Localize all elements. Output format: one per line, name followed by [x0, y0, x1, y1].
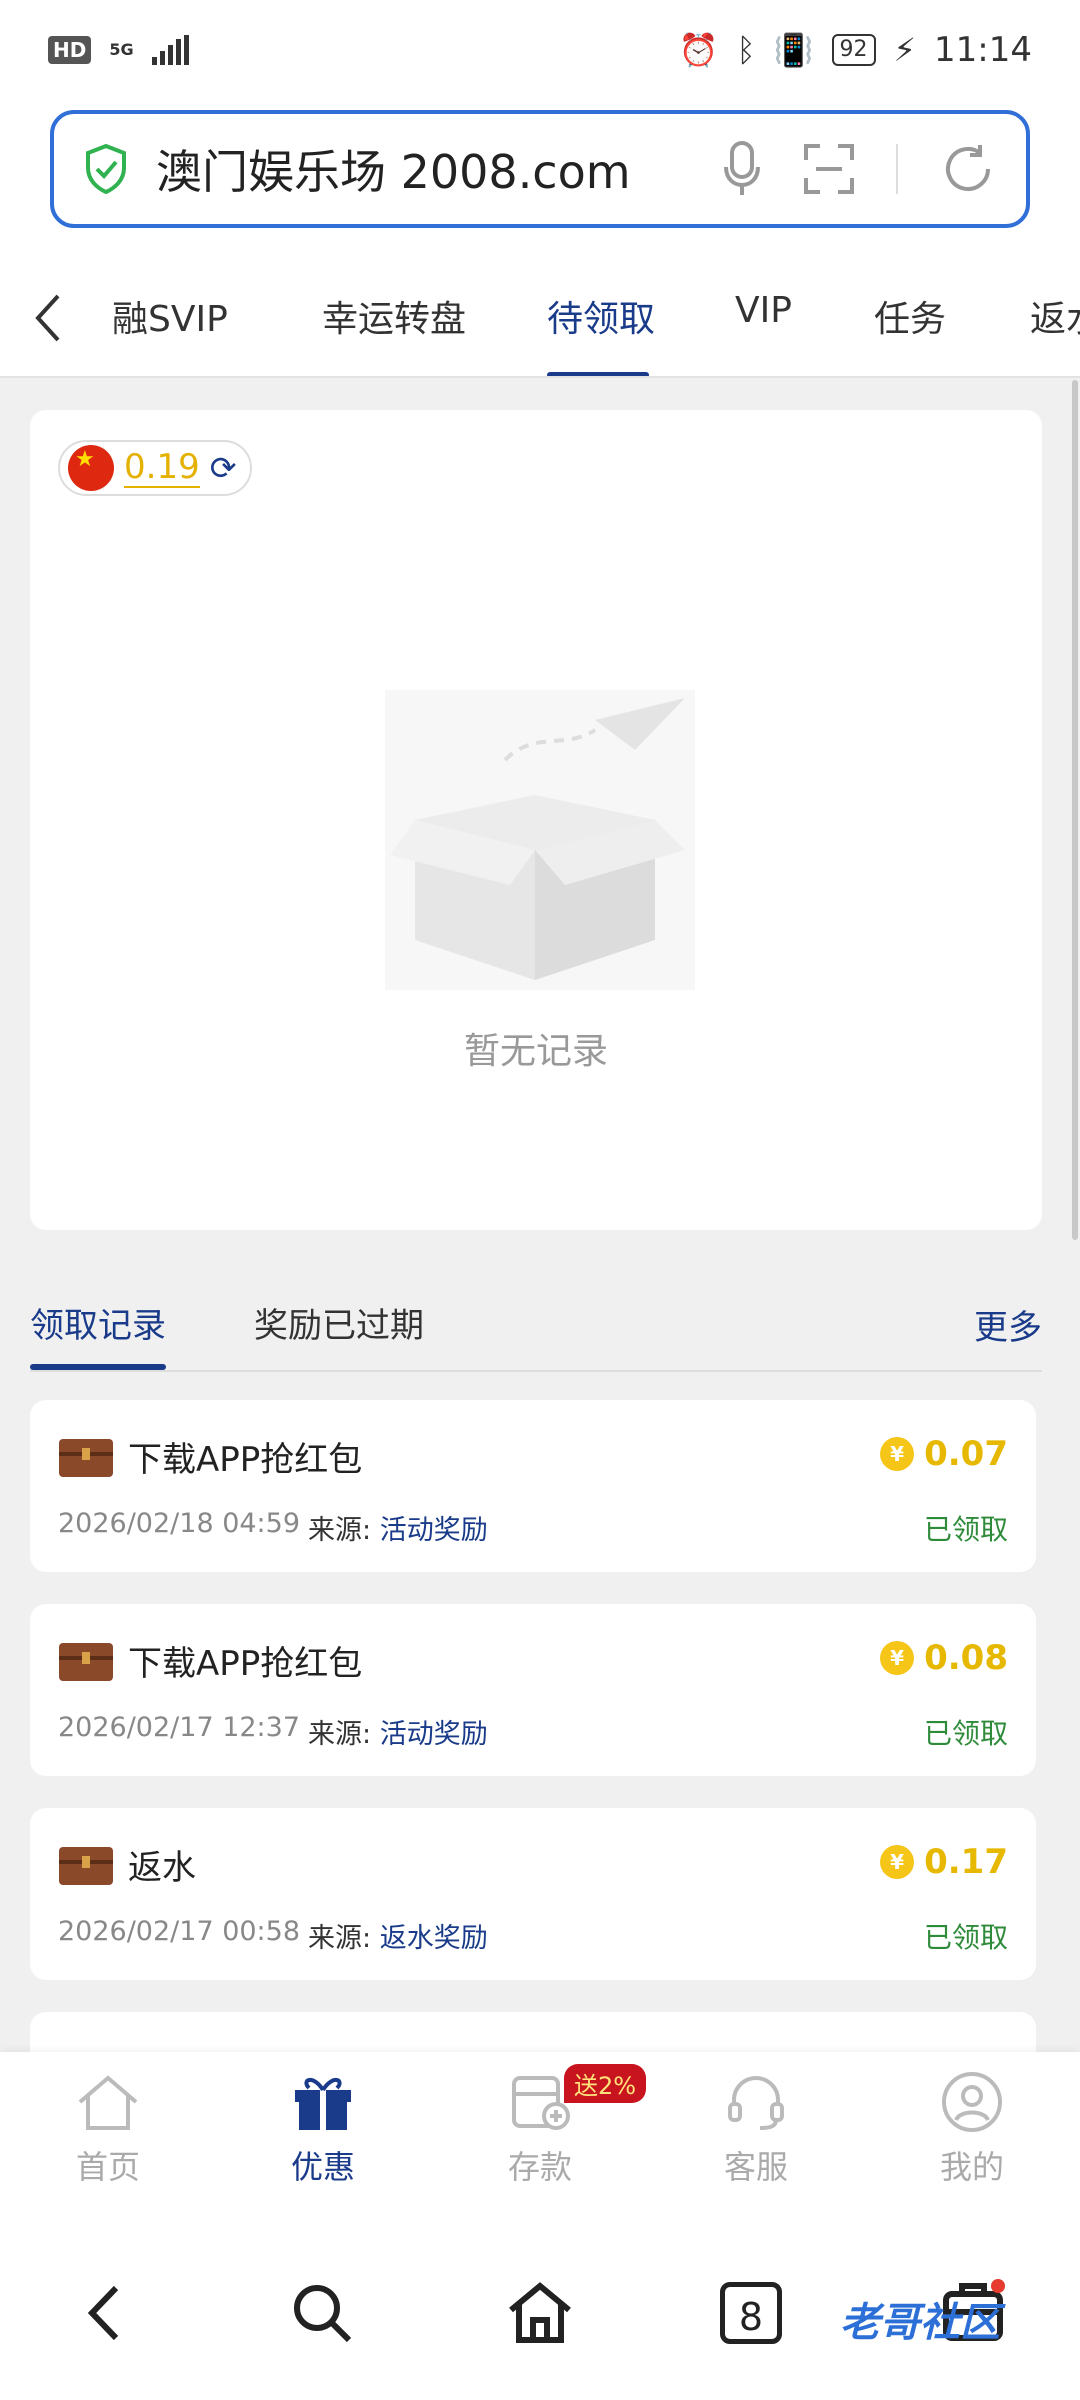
home-button-icon[interactable] [505, 2278, 575, 2348]
source-label: 来源: [308, 1923, 372, 1954]
nav-deposit-label: 存款 [507, 2148, 572, 2186]
nav-profile[interactable]: 我的 [902, 2072, 1042, 2188]
signal-icon [151, 35, 189, 65]
secure-shield-icon [86, 144, 126, 194]
status-bar: HD 5G ⏰ ᛒ 📳 92 ⚡ 11:14 [0, 0, 1080, 100]
address-bar[interactable]: 澳门娱乐场 2008.com [50, 110, 1030, 228]
record-status: 已领取 [923, 1921, 1008, 1954]
record-item[interactable]: 下载APP抢红包 ¥0.07 2026/02/18 04:59 来源: 活动奖励… [30, 1400, 1036, 1572]
pending-rewards-card: 0.19 ⟳ 暂无记录 [30, 410, 1042, 1230]
tabs-count-button[interactable]: 8 [720, 2282, 782, 2344]
tab-received-records[interactable]: 领取记录 [30, 1298, 166, 1347]
home-icon [78, 2075, 138, 2130]
amount-value: 0.17 [924, 1842, 1008, 1882]
vibrate-icon: 📳 [773, 31, 814, 69]
divider [896, 144, 898, 194]
active-section-indicator [30, 1364, 166, 1370]
record-status: 已领取 [923, 1717, 1008, 1750]
back-icon[interactable] [72, 2278, 142, 2348]
search-icon[interactable] [287, 2278, 357, 2348]
nav-support-label: 客服 [723, 2148, 788, 2186]
url-text[interactable]: 澳门娱乐场 2008.com [156, 136, 722, 202]
source-value: 活动奖励 [379, 1515, 488, 1546]
record-source: 来源: 活动奖励 [308, 1508, 488, 1547]
record-title: 下载APP抢红包 [128, 1644, 363, 1684]
record-amount: ¥0.08 [880, 1638, 1008, 1678]
record-source: 来源: 活动奖励 [308, 1712, 488, 1751]
source-value: 返水奖励 [379, 1923, 488, 1954]
source-value: 活动奖励 [379, 1719, 488, 1750]
watermark-logo: 老哥社区 [840, 2300, 1000, 2346]
chevron-left-icon[interactable] [28, 290, 68, 346]
nav-promotions[interactable]: 优惠 [253, 2072, 393, 2188]
record-item[interactable]: 下载APP抢红包 ¥0.08 2026/02/17 12:37 来源: 活动奖励… [30, 1604, 1036, 1776]
network-label: 5G [109, 40, 134, 59]
amount-value: 0.08 [924, 1638, 1008, 1678]
tab-lucky-wheel[interactable]: 幸运转盘 [322, 290, 466, 342]
active-tab-indicator [547, 372, 649, 376]
record-status: 已领取 [923, 1513, 1008, 1546]
scrollbar[interactable] [1072, 380, 1078, 1240]
address-actions [722, 141, 996, 197]
gift-icon [295, 2078, 351, 2130]
headset-icon [728, 2076, 784, 2130]
amount-value: 0.07 [924, 1434, 1008, 1474]
nav-support[interactable]: 客服 [686, 2072, 826, 2188]
battery-level: 92 [831, 34, 876, 66]
status-left: HD 5G [48, 35, 189, 65]
charging-icon: ⚡ [893, 31, 917, 69]
nav-promotions-label: 优惠 [290, 2148, 355, 2186]
user-icon [942, 2072, 1002, 2132]
record-time: 2026/02/18 04:59 [58, 1508, 301, 1539]
yuan-coin-icon: ¥ [880, 1845, 915, 1879]
deposit-icon [512, 2076, 570, 2130]
balance-value: 0.19 [124, 447, 200, 488]
nav-home-label: 首页 [75, 2148, 140, 2186]
bluetooth-icon: ᛒ [736, 31, 756, 69]
record-title: 下载APP抢红包 [128, 1440, 363, 1480]
record-time: 2026/02/17 00:58 [58, 1916, 301, 1947]
promo-tabs: 融SVIP 幸运转盘 待领取 VIP 任务 返水 [0, 260, 1080, 378]
record-title: 返水 [128, 1848, 196, 1888]
tab-pending[interactable]: 待领取 [547, 290, 655, 342]
records-tabs: 领取记录 奖励已过期 更多 [30, 1280, 1042, 1372]
tab-svip[interactable]: 融SVIP [112, 290, 228, 342]
record-source: 来源: 返水奖励 [308, 1916, 488, 1955]
deposit-promo-badge: 送2% [564, 2064, 647, 2103]
refresh-icon[interactable]: ⟳ [210, 449, 237, 487]
record-amount: ¥0.17 [880, 1842, 1008, 1882]
record-amount: ¥0.07 [880, 1434, 1008, 1474]
tab-expired-rewards[interactable]: 奖励已过期 [254, 1298, 424, 1347]
empty-box-illustration [385, 690, 695, 990]
tab-rebate[interactable]: 返水 [1030, 290, 1080, 342]
more-link[interactable]: 更多 [974, 1300, 1042, 1349]
bottom-nav: 首页 优惠 存款 送2% 客服 我的 [0, 2052, 1080, 2228]
reload-icon[interactable] [940, 141, 996, 197]
treasure-chest-icon [59, 1847, 113, 1885]
browser-toolbar: 澳门娱乐场 2008.com [0, 100, 1080, 260]
nav-home[interactable]: 首页 [38, 2072, 178, 2188]
hd-badge: HD [48, 36, 92, 64]
scan-icon[interactable] [804, 144, 854, 194]
record-item[interactable]: 返水 ¥0.17 2026/02/17 00:58 来源: 返水奖励 已领取 [30, 1808, 1036, 1980]
nav-profile-label: 我的 [939, 2148, 1004, 2186]
treasure-chest-icon [59, 1643, 113, 1681]
alarm-icon: ⏰ [678, 31, 719, 69]
yuan-coin-icon: ¥ [880, 1437, 915, 1471]
clock: 11:14 [934, 30, 1032, 70]
balance-pill[interactable]: 0.19 ⟳ [58, 440, 252, 496]
record-time: 2026/02/17 12:37 [58, 1712, 301, 1743]
microphone-icon[interactable] [722, 141, 762, 197]
tab-vip[interactable]: VIP [735, 290, 792, 331]
source-label: 来源: [308, 1719, 372, 1750]
status-right: ⏰ ᛒ 📳 92 ⚡ 11:14 [679, 30, 1032, 70]
yuan-coin-icon: ¥ [880, 1641, 915, 1675]
tab-tasks[interactable]: 任务 [874, 290, 946, 342]
china-flag-icon [68, 445, 114, 491]
treasure-chest-icon [59, 1439, 113, 1477]
empty-state-text: 暂无记录 [463, 1031, 608, 1072]
source-label: 来源: [308, 1515, 372, 1546]
